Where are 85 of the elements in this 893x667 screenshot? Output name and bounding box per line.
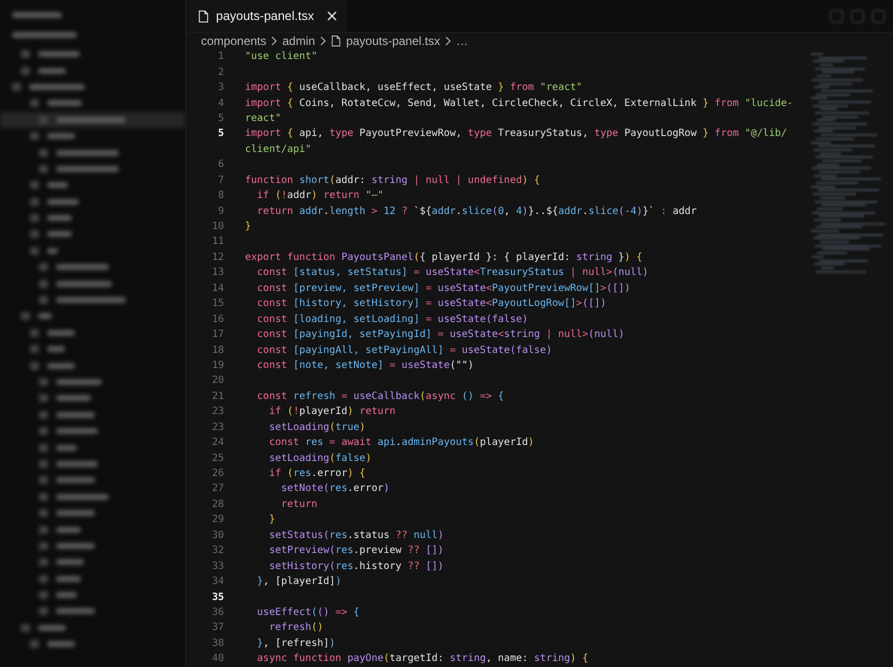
line-number: 9 [218, 206, 224, 217]
line-number: 4 [218, 98, 224, 109]
code-line: setHistory(res.history ?? []) [268, 560, 444, 572]
line-number: 24 [212, 437, 224, 448]
file-icon [198, 10, 209, 22]
line-number: 2 [218, 66, 224, 78]
chevron-icon [445, 36, 452, 46]
line-number: 21 [212, 390, 224, 402]
line-number: 27 [212, 483, 224, 494]
line-number: 25 [212, 452, 224, 464]
code-line: client/api" [245, 144, 312, 155]
code-line: setPreview(res.preview ?? []) [268, 545, 444, 556]
line-number: 40 [212, 653, 224, 664]
code-line: return addr.length > 12 ? `${addr.slice(0, 4)}..${addr.slice(-4)}` : addr [256, 206, 697, 217]
file-icon [331, 35, 342, 47]
code-line: import { useCallback, useEffect, useState } from "react" [245, 82, 582, 94]
code-line: } [245, 221, 252, 232]
chevron-icon [320, 36, 326, 46]
code-line: }, [refresh]) [256, 638, 336, 649]
line-number: 36 [212, 606, 224, 618]
code-line: setNote(res.error) [280, 483, 390, 494]
line-number: 17 [212, 329, 224, 340]
code-line: setLoading(false) [268, 452, 372, 464]
code-line: const [status, setStatus] = useState<TreasuryStatus | null>(null) [256, 267, 648, 278]
line-number: 34 [212, 576, 224, 588]
line-number: 38 [212, 638, 224, 649]
line-number: 35 [212, 592, 224, 603]
code-line: "use client" [245, 51, 318, 62]
line-number: 29 [212, 514, 224, 526]
line-number: 18 [212, 344, 224, 356]
code-line: const refresh = useCallback(async () => { [256, 390, 504, 402]
code-line: setStatus(res.status ?? null) [268, 530, 444, 541]
line-number: 37 [212, 622, 224, 634]
line-number: 1 [218, 51, 224, 62]
breadcrumb-item[interactable]: admin [282, 34, 316, 48]
code-line: const [loading, setLoading] = useState(false) [256, 314, 528, 325]
line-number: 12 [212, 252, 224, 263]
code-line: const res = await api.adminPayouts(playerId) [268, 437, 534, 448]
breadcrumb-item[interactable]: components [201, 34, 266, 48]
code-line: import { Coins, RotateCcw, Send, Wallet, CircleCheck, CircleX, ExternalLink } from "lucide- [245, 98, 793, 109]
line-number: 15 [212, 298, 224, 310]
line-number: 5 [218, 112, 224, 124]
code-line: if (!playerId) return [268, 406, 396, 418]
line-number: 10 [212, 221, 224, 232]
code-line: setLoading(true) [268, 422, 366, 433]
breadcrumb-item[interactable]: payouts-panel.tsx [346, 34, 440, 48]
line-number: 13 [212, 267, 224, 278]
chevron-icon [271, 36, 278, 46]
code-line: const [payingAll, setPayingAll] = useState(false) [256, 344, 552, 356]
line-number: 23 [212, 406, 224, 418]
code-line: import { api, type PayoutPreviewRow, type TreasuryStatus, type PayoutLogRow } from "@/lib/ [245, 128, 787, 140]
line-number: 11 [212, 236, 224, 248]
line-number: 7 [218, 174, 224, 186]
line-number: 14 [212, 282, 224, 294]
close-icon[interactable] [326, 11, 337, 21]
code-line: refresh() [268, 622, 324, 634]
code-line: if (res.error) { [268, 468, 366, 480]
breadcrumb-item[interactable]: … [456, 34, 468, 48]
code-line: if (!addr) return "—" [256, 190, 384, 202]
code-line: useEffect(() => { [256, 606, 360, 618]
line-number: 30 [212, 530, 224, 541]
line-number: 20 [212, 375, 224, 386]
code-line: }, [playerId]) [256, 576, 342, 588]
editor-tab[interactable]: payouts-panel.tsx [186, 0, 347, 32]
line-number: 8 [218, 190, 224, 202]
line-number: 26 [212, 468, 224, 480]
line-number: 28 [212, 498, 224, 510]
code-line: const [history, setHistory] = useState<PayoutLogRow[]>([]) [256, 298, 606, 310]
code-line: function short(addr: string | null | undefined) { [245, 174, 540, 186]
line-number: 23 [212, 422, 224, 433]
code-line: export function PayoutsPanel({ playerId }: { playerId: string }) { [245, 252, 642, 263]
line-number: 16 [212, 314, 224, 325]
code-line: const [payingId, setPayingId] = useState<string | null>(null) [256, 329, 624, 340]
line-number: 32 [212, 545, 224, 556]
code-line: } [268, 514, 276, 526]
code-line: react" [245, 112, 282, 124]
line-number: 19 [212, 360, 224, 371]
code-line: async function payOne(targetId: string, name: string) { [256, 653, 588, 664]
code-line: return [280, 498, 318, 510]
line-number: 33 [212, 560, 224, 572]
code-line: const [note, setNote] = useState("") [256, 360, 474, 371]
line-number: 6 [218, 159, 224, 170]
line-number: 5 [218, 128, 224, 140]
line-number: 3 [218, 82, 224, 94]
code-line: const [preview, setPreview] = useState<PayoutPreviewRow[]>([]) [256, 282, 630, 294]
